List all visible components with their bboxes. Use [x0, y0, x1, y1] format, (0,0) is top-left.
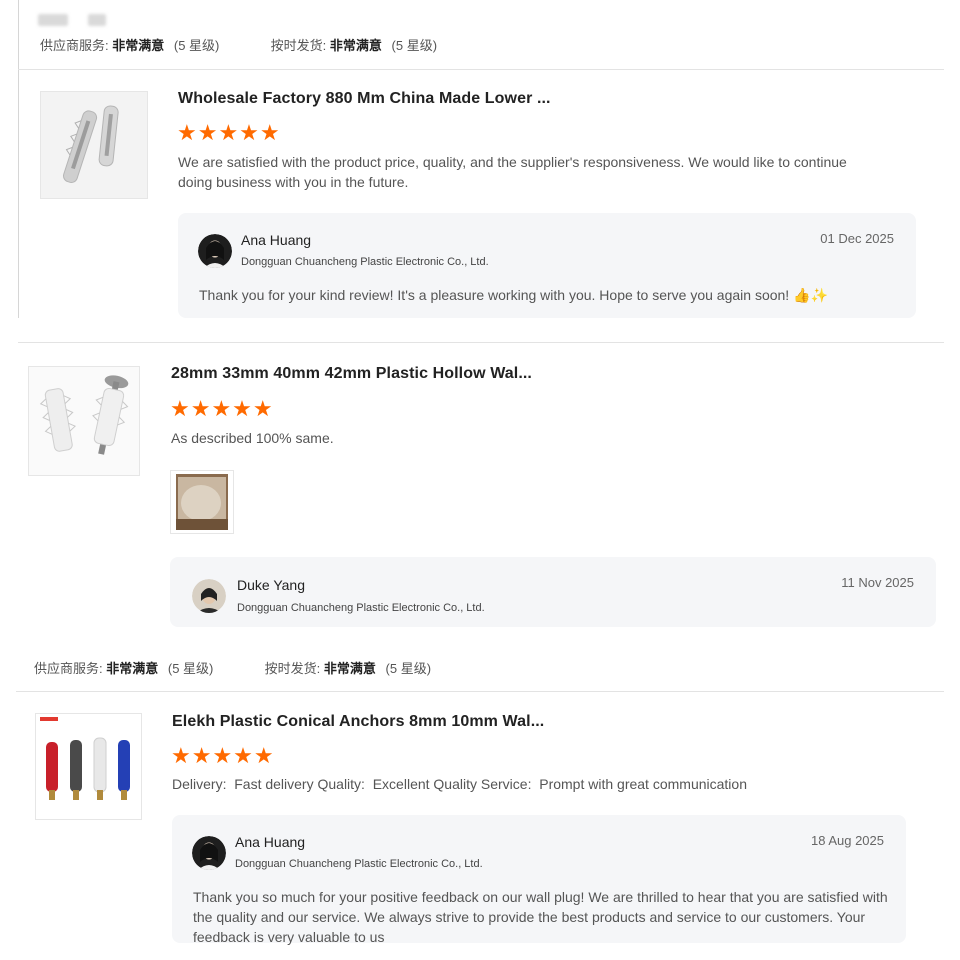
- supplier-rating-summary: 供应商服务: 非常满意 (5 星级) 按时发货: 非常满意 (5 星级): [40, 35, 437, 54]
- reply-author-name: Ana Huang: [241, 232, 312, 248]
- blurred-text: [38, 14, 68, 26]
- review-photo-image: [171, 471, 233, 533]
- product-thumbnail[interactable]: [40, 91, 148, 199]
- product-thumbnail[interactable]: [35, 713, 142, 820]
- star-rating: ★★★★★: [171, 743, 275, 768]
- avatar: [192, 579, 226, 613]
- review-text: We are satisfied with the product price,…: [178, 154, 847, 190]
- service-level: (5 星级): [173, 38, 220, 53]
- avatar: [192, 836, 226, 870]
- conical-anchors-image: [36, 714, 141, 819]
- review-text: As described 100% same.: [171, 430, 334, 446]
- supplier-reply: Ana Huang Dongguan Chuancheng Plastic El…: [178, 213, 916, 318]
- reply-company: Dongguan Chuancheng Plastic Electronic C…: [235, 858, 483, 870]
- service-value: 非常满意: [112, 38, 165, 53]
- supplier-rating-summary: 供应商服务: 非常满意 (5 星级) 按时发货: 非常满意 (5 星级): [34, 658, 431, 677]
- delivery-label: 按时发货:: [270, 38, 327, 53]
- card-border: [18, 0, 19, 318]
- product-title[interactable]: 28mm 33mm 40mm 42mm Plastic Hollow Wal..…: [171, 365, 532, 383]
- avatar: [198, 234, 232, 268]
- divider: [16, 691, 944, 692]
- delivery-value: 非常满意: [323, 661, 376, 676]
- reply-date: 01 Dec 2025: [820, 231, 894, 246]
- reply-text: Thank you for your kind review! It's a p…: [199, 287, 828, 303]
- review-text: Delivery: Fast delivery Quality: Excelle…: [172, 776, 747, 792]
- delivery-value: 非常满意: [329, 38, 382, 53]
- reply-author-name: Ana Huang: [235, 834, 306, 850]
- star-rating: ★★★★★: [170, 396, 274, 421]
- hollow-wall-anchor-image: [29, 367, 139, 475]
- reply-company: Dongguan Chuancheng Plastic Electronic C…: [241, 256, 489, 268]
- delivery-level: (5 星级): [391, 38, 438, 53]
- service-label: 供应商服务:: [40, 38, 109, 53]
- reply-date: 18 Aug 2025: [810, 833, 884, 848]
- review-photo[interactable]: [170, 470, 234, 534]
- reply-author-name: Duke Yang: [237, 577, 305, 593]
- divider: [18, 342, 944, 343]
- reply-date: 11 Nov 2025: [841, 575, 914, 590]
- product-title[interactable]: Wholesale Factory 880 Mm China Made Lowe…: [178, 90, 551, 108]
- delivery-level: (5 星级): [385, 661, 432, 676]
- product-title[interactable]: Elekh Plastic Conical Anchors 8mm 10mm W…: [172, 713, 544, 731]
- reply-text: Thank you so much for your positive feed…: [193, 889, 888, 945]
- supplier-reply: Duke Yang Dongguan Chuancheng Plastic El…: [170, 557, 936, 627]
- service-label: 供应商服务:: [34, 661, 103, 676]
- service-value: 非常满意: [106, 661, 159, 676]
- service-level: (5 星级): [167, 661, 214, 676]
- star-rating: ★★★★★: [177, 120, 281, 145]
- delivery-label: 按时发货:: [264, 661, 321, 676]
- supplier-reply: Ana Huang Dongguan Chuancheng Plastic El…: [172, 815, 906, 945]
- reply-company: Dongguan Chuancheng Plastic Electronic C…: [237, 602, 485, 614]
- blurred-text: [88, 14, 106, 26]
- divider: [18, 69, 944, 70]
- product-thumbnail[interactable]: [28, 366, 140, 476]
- wall-plug-image: [41, 92, 147, 198]
